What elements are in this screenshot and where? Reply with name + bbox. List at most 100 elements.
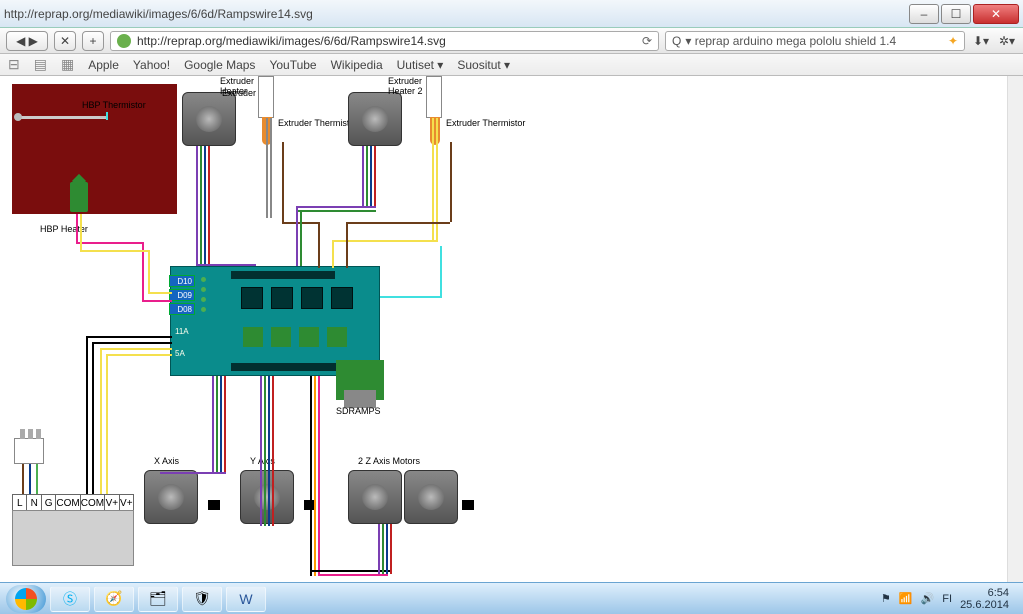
wire bbox=[300, 210, 302, 266]
reload-icon[interactable]: ⟳ bbox=[642, 34, 652, 48]
bookmark-item[interactable]: Yahoo! bbox=[133, 58, 170, 72]
wire bbox=[382, 524, 384, 574]
sdramps-label: SDRAMPS bbox=[336, 406, 381, 416]
bookmark-item[interactable]: Google Maps bbox=[184, 58, 255, 72]
bookmark-item[interactable]: YouTube bbox=[269, 58, 316, 72]
hbp-thermistor-label: HBP Thermistor bbox=[82, 100, 146, 110]
search-query: reprap arduino mega pololu shield 1.4 bbox=[695, 34, 896, 48]
taskbar-app-word[interactable]: W bbox=[226, 586, 266, 612]
taskbar-app-explorer[interactable]: 🗂 bbox=[138, 586, 178, 612]
bookmarks-menu-icon[interactable]: ▤ bbox=[34, 56, 47, 73]
bookmark-item[interactable]: Wikipedia bbox=[331, 58, 383, 72]
driver-socket bbox=[327, 327, 347, 347]
wire bbox=[80, 214, 82, 250]
tray-network-icon[interactable]: 📶 bbox=[899, 592, 913, 605]
window-close-button[interactable]: ✕ bbox=[973, 4, 1019, 24]
driver-socket bbox=[299, 327, 319, 347]
z-axis-motor-1 bbox=[348, 470, 402, 524]
tray-clock[interactable]: 6:54 25.6.2014 bbox=[960, 587, 1009, 611]
wire bbox=[224, 376, 226, 472]
wire bbox=[92, 342, 94, 494]
url-bar[interactable]: http://reprap.org/mediawiki/images/6/6d/… bbox=[110, 31, 659, 51]
wire bbox=[100, 348, 102, 494]
wire bbox=[220, 376, 222, 472]
board-led bbox=[201, 277, 206, 282]
wire bbox=[296, 210, 376, 212]
nav-back-forward[interactable]: ◀ ▶ bbox=[6, 31, 48, 51]
taskbar-app-safari[interactable]: 🧭 bbox=[94, 586, 134, 612]
start-button[interactable] bbox=[6, 585, 46, 613]
wire bbox=[86, 336, 172, 338]
tray-flag-icon[interactable]: ⚑ bbox=[881, 592, 891, 605]
bookmark-item[interactable]: Uutiset ▾ bbox=[397, 58, 444, 72]
download-icon[interactable]: ⬇▾ bbox=[971, 31, 991, 51]
wire bbox=[260, 376, 262, 526]
apps-grid-icon[interactable]: ▦ bbox=[61, 56, 74, 73]
wire bbox=[148, 292, 172, 294]
tray-date: 25.6.2014 bbox=[960, 599, 1009, 611]
mains-plug bbox=[14, 438, 44, 464]
wire bbox=[296, 206, 298, 266]
board-5a-label: 5A bbox=[175, 349, 185, 358]
driver-socket bbox=[271, 327, 291, 347]
stepper-driver bbox=[331, 287, 353, 309]
tray-volume-icon[interactable]: 🔊 bbox=[921, 592, 935, 605]
wire bbox=[366, 146, 368, 206]
psu-term: L bbox=[13, 495, 27, 511]
driver-socket bbox=[243, 327, 263, 347]
extruder1-heater bbox=[258, 76, 274, 118]
system-tray[interactable]: ⚑ 📶 🔊 FI 6:54 25.6.2014 bbox=[881, 587, 1017, 611]
wire bbox=[332, 240, 334, 268]
psu-term: G bbox=[42, 495, 56, 511]
wire bbox=[106, 112, 108, 120]
board-led bbox=[201, 287, 206, 292]
wire bbox=[374, 146, 376, 206]
wire bbox=[318, 376, 320, 576]
windows-orb-icon bbox=[15, 588, 37, 610]
wire bbox=[142, 300, 172, 302]
wire bbox=[212, 376, 214, 472]
nav-add-button[interactable]: + bbox=[82, 31, 104, 51]
settings-gear-icon[interactable]: ✲▾ bbox=[997, 31, 1017, 51]
board-led bbox=[201, 297, 206, 302]
nav-back-icon: ◀ bbox=[16, 34, 25, 48]
nav-stop-button[interactable]: ✕ bbox=[54, 31, 76, 51]
psu-term: COM bbox=[56, 495, 80, 511]
sidebar-toggle-icon[interactable]: ⊟ bbox=[8, 56, 20, 73]
stepper-driver bbox=[301, 287, 323, 309]
wire bbox=[318, 222, 320, 268]
wire bbox=[346, 222, 450, 224]
board-header-top bbox=[231, 271, 335, 279]
wire bbox=[346, 222, 348, 268]
bookmark-item[interactable]: Apple bbox=[88, 58, 119, 72]
psu-term: COM bbox=[81, 495, 105, 511]
search-bar[interactable]: Q▾ reprap arduino mega pololu shield 1.4… bbox=[665, 31, 965, 51]
z-axis-label: 2 Z Axis Motors bbox=[358, 456, 420, 466]
board-port-d09: D09 bbox=[169, 289, 195, 301]
taskbar-app-skype[interactable]: Ⓢ bbox=[50, 586, 90, 612]
wire bbox=[29, 464, 31, 494]
vertical-scrollbar[interactable] bbox=[1007, 76, 1023, 582]
wire bbox=[92, 342, 172, 344]
wire bbox=[450, 142, 452, 222]
heated-bed-plate: HBP Thermistor bbox=[12, 84, 177, 214]
taskbar-app-security[interactable]: 🛡 bbox=[182, 586, 222, 612]
window-maximize-button[interactable]: ☐ bbox=[941, 4, 971, 24]
wire bbox=[148, 250, 150, 292]
wire bbox=[380, 296, 440, 298]
x-axis-motor bbox=[144, 470, 198, 524]
site-identity-icon bbox=[117, 34, 131, 48]
board-port-d10: D10 bbox=[169, 275, 195, 287]
wire bbox=[268, 376, 270, 526]
extruder2-heater-label: Extruder Heater 2 bbox=[388, 76, 428, 96]
tray-lang[interactable]: FI bbox=[942, 593, 952, 605]
y-axis-motor bbox=[240, 470, 294, 524]
z-axis-motor-2 bbox=[404, 470, 458, 524]
bookmark-item[interactable]: Suositut ▾ bbox=[457, 58, 510, 72]
sdramps-module bbox=[336, 360, 384, 400]
window-minimize-button[interactable]: – bbox=[909, 4, 939, 24]
search-highlight-icon: ✦ bbox=[948, 34, 958, 48]
board-led bbox=[201, 307, 206, 312]
wire bbox=[100, 348, 172, 350]
wire bbox=[378, 524, 380, 574]
